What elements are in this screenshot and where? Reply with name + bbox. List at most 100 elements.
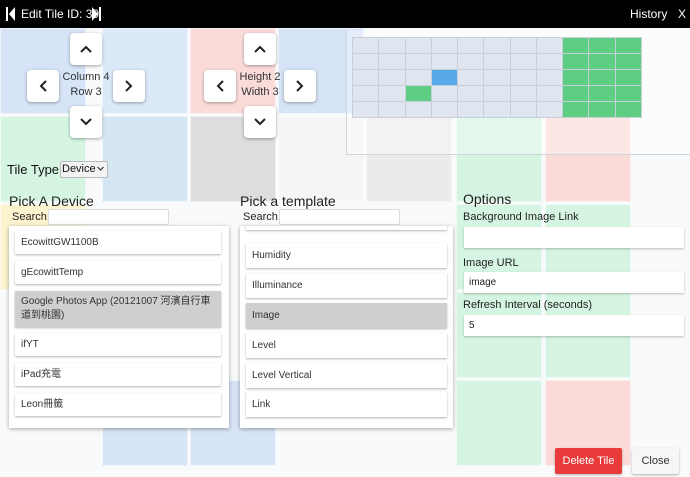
- grid-cell: [431, 86, 458, 101]
- grid-cell-occupied: [615, 54, 641, 69]
- tile-type-select[interactable]: Device: [60, 161, 108, 178]
- list-item[interactable]: Leon冊籤: [15, 393, 221, 416]
- grid-cell: [484, 38, 510, 53]
- grid-cell-occupied: [589, 38, 615, 53]
- grid-cell: [484, 70, 510, 85]
- grid-cell: [484, 86, 510, 101]
- list-item[interactable]: iPad充電: [15, 363, 221, 386]
- grid-cell: [353, 54, 379, 69]
- list-item[interactable]: Link: [246, 392, 447, 417]
- grid-cell: [379, 70, 405, 85]
- grid-cell-occupied: [615, 86, 641, 101]
- tile-type-label: Tile Type:: [7, 162, 63, 177]
- list-item-selected[interactable]: Google Photos App (20121007 河濱自行車道到桃園): [15, 291, 221, 327]
- height-increase-button[interactable]: [244, 106, 276, 138]
- grid-cell: [536, 86, 563, 101]
- arrow-down-icon: [254, 118, 266, 126]
- column-text: Column 4: [62, 71, 110, 83]
- template-search-label: Search:: [243, 211, 281, 223]
- next-icon[interactable]: [91, 6, 101, 22]
- device-search-label: Search:: [12, 211, 50, 223]
- grid-cell-occupied: [615, 70, 641, 85]
- arrow-up-icon: [254, 45, 266, 53]
- grid-cell: [405, 70, 431, 85]
- arrow-down-icon: [80, 118, 92, 126]
- size-text: Height 2 Width 3: [230, 70, 290, 100]
- grid-cell: [353, 38, 379, 53]
- device-search-input[interactable]: [48, 209, 169, 225]
- template-heading: Pick a template: [240, 193, 336, 209]
- list-item-selected[interactable]: Image: [246, 303, 447, 328]
- list-item[interactable]: Illuminance: [246, 273, 447, 298]
- grid-cell: [484, 54, 510, 69]
- move-right-button[interactable]: [113, 70, 145, 102]
- grid-cell: [536, 54, 563, 69]
- grid-cell: [379, 38, 405, 53]
- grid-cell-occupied: [563, 86, 589, 101]
- grid-cell: [431, 38, 458, 53]
- grid-cell-occupied: [589, 102, 615, 117]
- grid-cell: [458, 54, 484, 69]
- position-text: Column 4 Row 3: [56, 70, 116, 100]
- grid-cell: [379, 54, 405, 69]
- delete-tile-button[interactable]: Delete Tile: [555, 448, 622, 474]
- close-button[interactable]: Close: [632, 448, 679, 474]
- grid-cell-occupied: [589, 86, 615, 101]
- grid-cell: [353, 70, 379, 85]
- device-heading: Pick A Device: [9, 193, 94, 209]
- grid-cell-occupied: [405, 86, 431, 101]
- grid-cell: [379, 102, 405, 117]
- list-item[interactable]: ifYT: [15, 333, 221, 356]
- grid-cell: [458, 86, 484, 101]
- arrow-right-icon: [125, 80, 133, 92]
- grid-cell: [379, 86, 405, 101]
- grid-cell: [510, 54, 536, 69]
- list-item[interactable]: gEcowittTemp: [15, 261, 221, 284]
- grid-cell: [458, 38, 484, 53]
- grid-cell: [510, 86, 536, 101]
- grid-cell: [484, 102, 510, 117]
- arrow-right-icon: [296, 80, 304, 92]
- grid-cell-occupied: [563, 38, 589, 53]
- list-item[interactable]: Level Vertical: [246, 363, 447, 388]
- grid-cell-occupied: [563, 70, 589, 85]
- grid-cell-occupied: [563, 54, 589, 69]
- prev-icon[interactable]: [6, 6, 16, 22]
- list-item[interactable]: EcowittGW1100B: [15, 231, 221, 254]
- history-button[interactable]: History: [630, 7, 667, 21]
- height-text: Height 2: [239, 71, 281, 83]
- move-left-button[interactable]: [27, 70, 59, 102]
- grid-cell: [510, 102, 536, 117]
- device-list[interactable]: EcowittGW1100B gEcowittTemp Google Photo…: [9, 226, 229, 428]
- grid-cell: [431, 102, 458, 117]
- tile-type-value: Device: [62, 163, 96, 175]
- grid-cell-occupied: [615, 38, 641, 53]
- move-up-button[interactable]: [70, 33, 102, 65]
- arrow-up-icon: [80, 45, 92, 53]
- move-down-button[interactable]: [70, 106, 102, 138]
- grid-cell-occupied: [563, 102, 589, 117]
- template-search-input[interactable]: [279, 209, 400, 225]
- image-url-input[interactable]: image: [464, 272, 684, 293]
- close-icon[interactable]: X: [678, 7, 686, 21]
- image-url-label: Image URL: [463, 257, 519, 269]
- dialog-title: Edit Tile ID: 39: [21, 7, 100, 21]
- grid-cell: [353, 86, 379, 101]
- refresh-interval-input[interactable]: 5: [464, 315, 684, 336]
- bg-image-label: Background Image Link: [463, 211, 579, 223]
- list-item[interactable]: Humidity: [246, 243, 447, 268]
- grid-cell: [510, 70, 536, 85]
- bg-image-input[interactable]: [464, 227, 684, 248]
- arrow-left-icon: [39, 80, 47, 92]
- grid-cell: [458, 102, 484, 117]
- grid-cell: [353, 102, 379, 117]
- width-text: Width 3: [241, 86, 279, 98]
- grid-cell-occupied: [589, 70, 615, 85]
- list-item[interactable]: Level: [246, 333, 447, 358]
- width-increase-button[interactable]: [284, 70, 316, 102]
- template-list[interactable]: Humidity Illuminance Image Level Level V…: [240, 226, 453, 428]
- height-decrease-button[interactable]: [244, 33, 276, 65]
- layout-preview-grid: [352, 37, 642, 118]
- title-bar: Edit Tile ID: 39 History X: [0, 0, 690, 28]
- grid-cell-occupied: [589, 54, 615, 69]
